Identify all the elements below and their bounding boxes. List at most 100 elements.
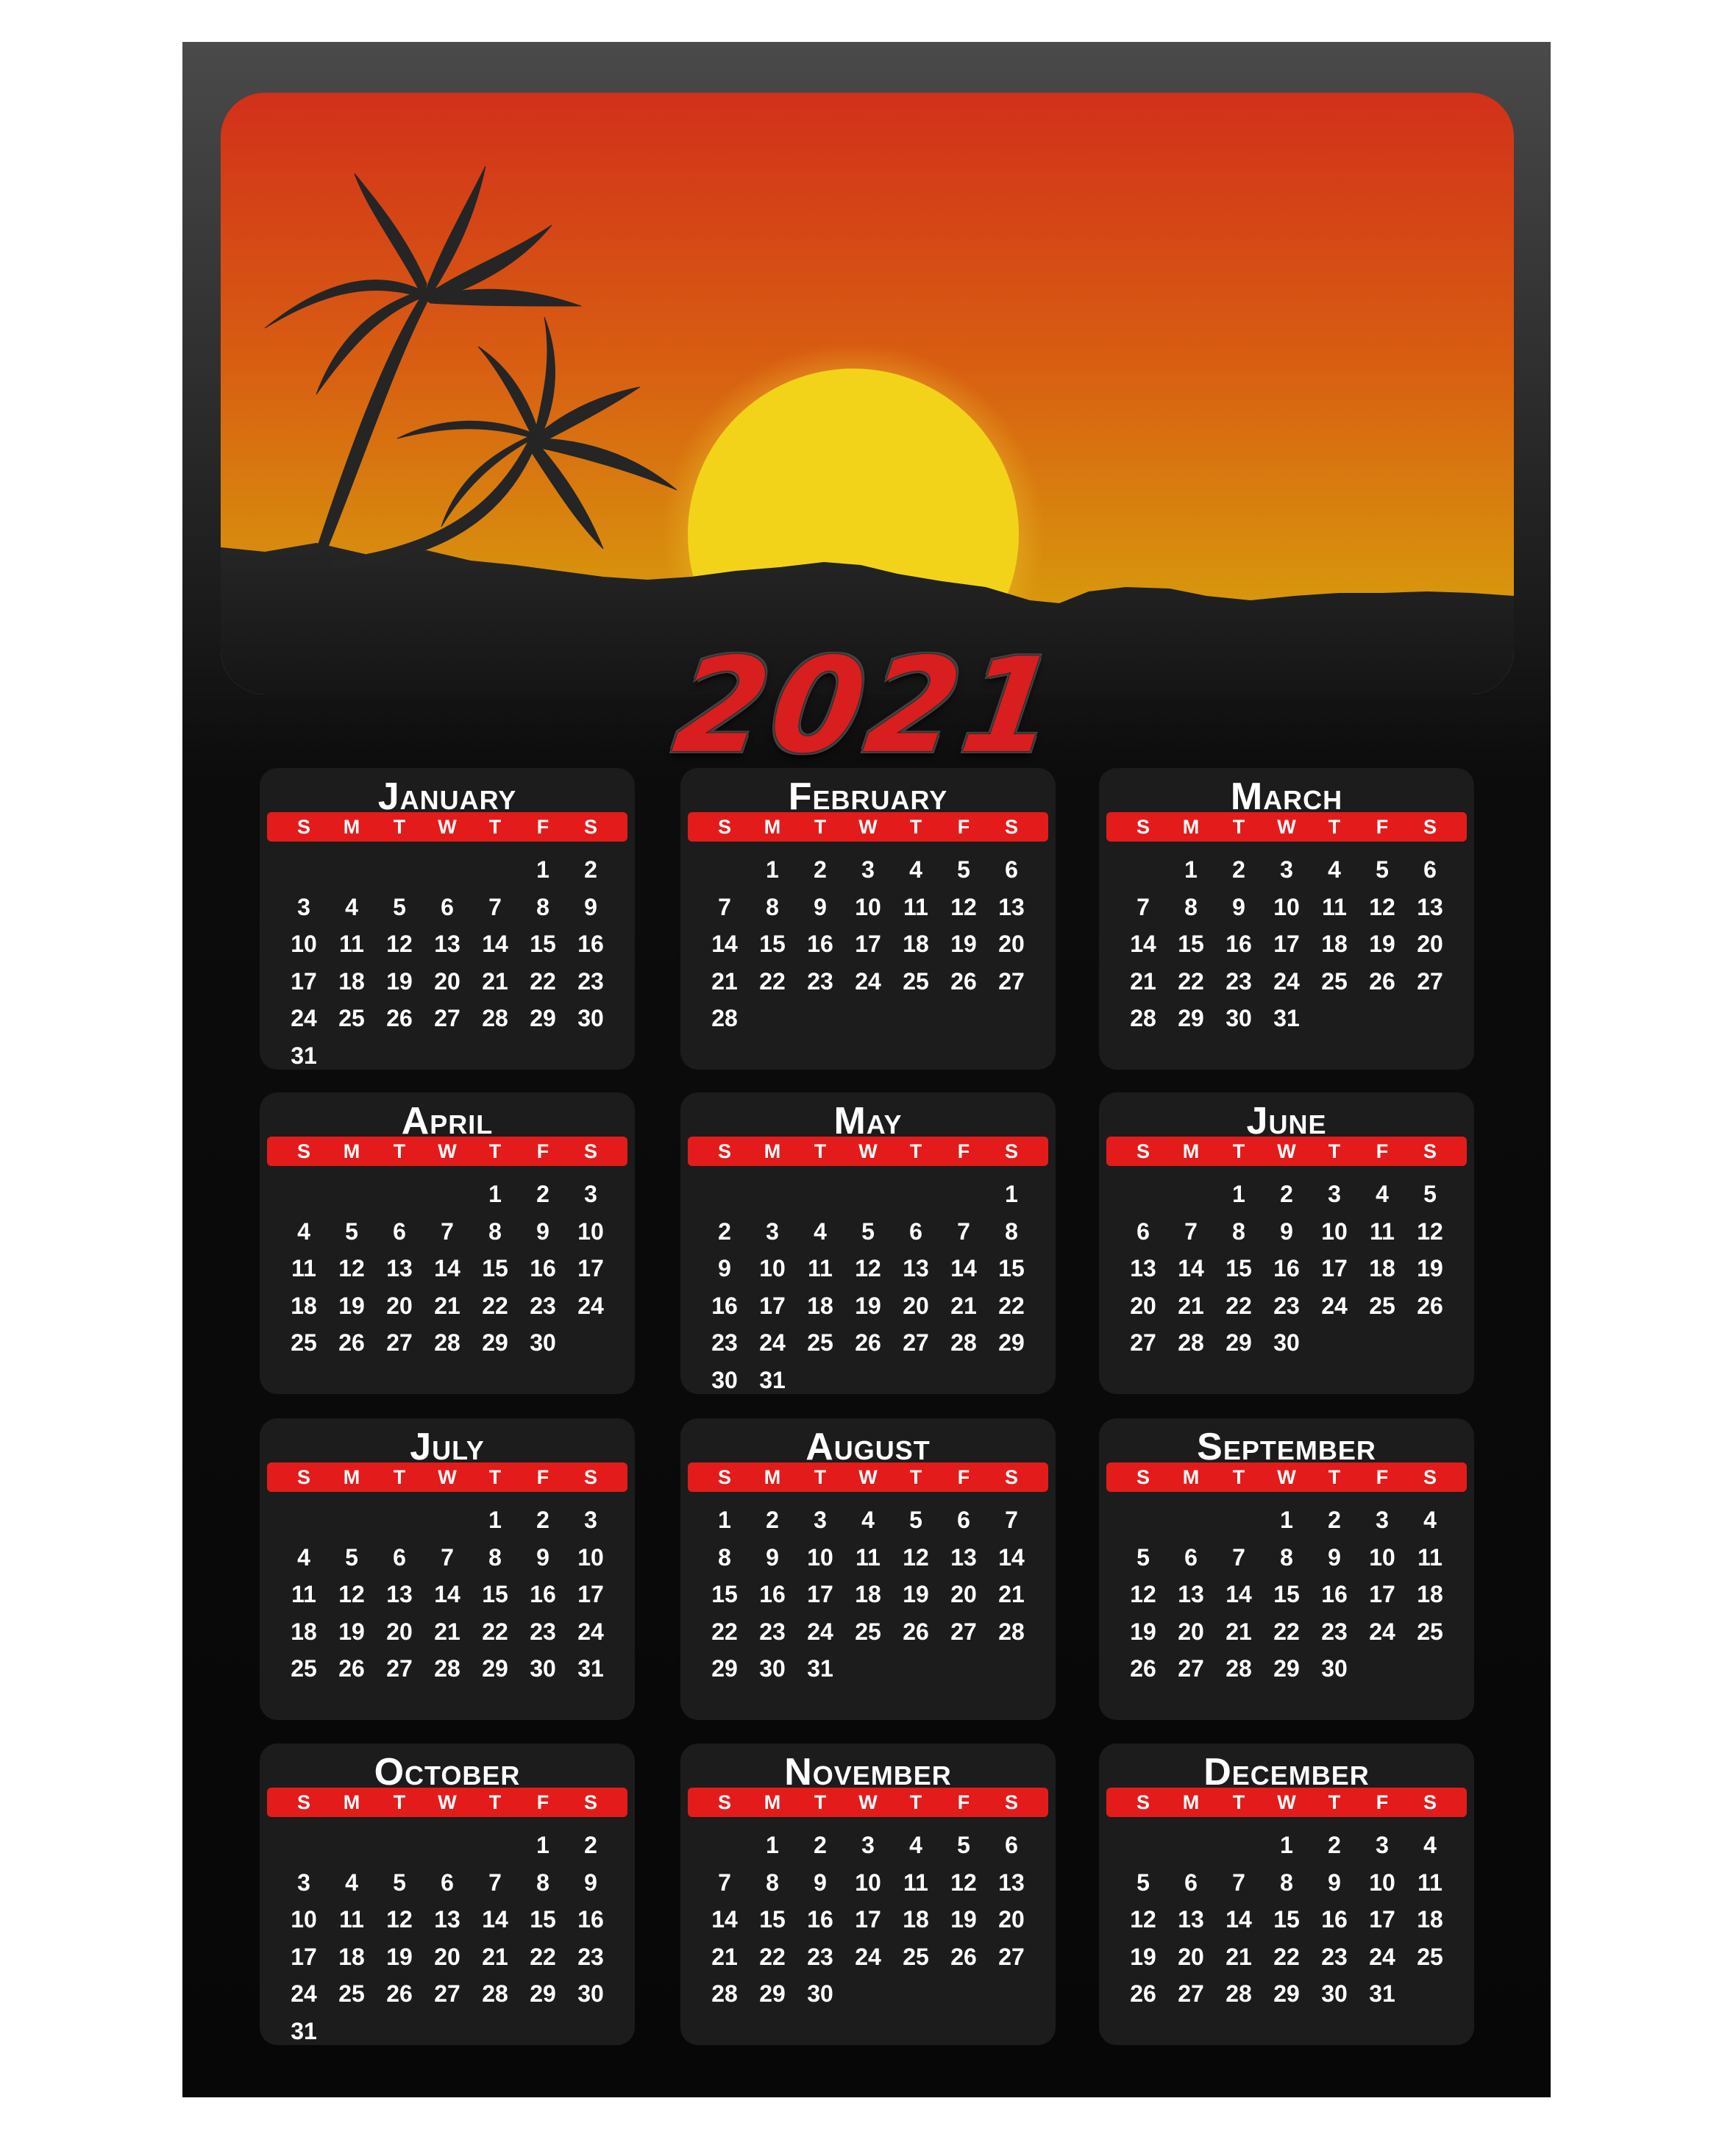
day-cell: 15 — [998, 1255, 1025, 1281]
day-cell: 15 — [1273, 1906, 1300, 1933]
day-cell: 10 — [855, 893, 881, 920]
day-cell: 19 — [386, 1943, 413, 1970]
day-cell: 21 — [711, 967, 738, 995]
day-cell: 23 — [577, 1943, 604, 1970]
day-cell: 5 — [909, 1507, 922, 1533]
day-cell: 13 — [386, 1581, 413, 1607]
day-cell: 24 — [1369, 1618, 1395, 1645]
day-cell: 13 — [950, 1543, 977, 1571]
day-cell: 28 — [1225, 1980, 1252, 2007]
weekday-label: S — [296, 1140, 310, 1162]
day-cell: 4 — [1376, 1181, 1389, 1207]
day-cell: 24 — [1369, 1943, 1395, 1970]
day-cell: 29 — [482, 1329, 508, 1356]
day-cell: 28 — [434, 1655, 460, 1682]
day-cell: 12 — [950, 893, 977, 920]
day-cell: 5 — [957, 856, 970, 883]
day-cell: 10 — [759, 1255, 786, 1281]
weekday-label: W — [1277, 1466, 1296, 1488]
day-cell: 1 — [1184, 856, 1198, 883]
day-cell: 29 — [711, 1655, 738, 1682]
day-cell: 25 — [338, 1005, 365, 1031]
day-cell: 1 — [766, 1832, 779, 1858]
day-cell: 19 — [950, 1906, 977, 1933]
day-cell: 31 — [291, 1042, 317, 1069]
weekday-label: M — [1182, 816, 1200, 838]
day-cell: 21 — [950, 1292, 977, 1319]
day-cell: 7 — [488, 1869, 502, 1896]
day-cell: 27 — [998, 967, 1025, 995]
day-cell: 23 — [1225, 967, 1252, 995]
weekday-label: S — [583, 1466, 597, 1488]
day-cell: 5 — [1136, 1869, 1150, 1896]
day-cell: 18 — [1417, 1581, 1443, 1607]
day-cell: 6 — [1005, 1832, 1018, 1858]
day-cell: 21 — [1178, 1292, 1204, 1319]
weekday-label: S — [1136, 1140, 1150, 1162]
day-cell: 19 — [1417, 1255, 1443, 1281]
month-april: April S M T W T F S 1 2 3 4 5 6 7 8 9 10 11 12 13 14 15 16 17 18 1… — [260, 1092, 635, 1394]
day-cell: 18 — [338, 967, 365, 995]
day-cell: 2 — [1280, 1181, 1293, 1207]
day-cell: 4 — [909, 1832, 922, 1858]
day-cell: 1 — [1005, 1181, 1018, 1207]
weekday-header: SMTWTFS — [688, 1462, 1048, 1492]
day-cell: 16 — [807, 931, 833, 957]
day-cell: 10 — [577, 1543, 604, 1571]
day-cell: 7 — [488, 893, 502, 920]
day-cell: 31 — [577, 1655, 604, 1682]
day-cell: 9 — [584, 1869, 597, 1896]
weekday-label: T — [814, 1140, 827, 1162]
day-cell: 2 — [1328, 1832, 1341, 1858]
day-cell: 12 — [1417, 1217, 1443, 1245]
day-cell: 19 — [903, 1581, 929, 1607]
day-cell: 19 — [1130, 1618, 1156, 1645]
day-cell: 9 — [536, 1217, 549, 1245]
day-cell: 15 — [1273, 1581, 1300, 1607]
day-cell: 8 — [488, 1217, 502, 1245]
day-cell: 11 — [855, 1543, 881, 1571]
day-cell: 15 — [759, 1906, 786, 1933]
day-cell: 26 — [1417, 1292, 1443, 1319]
day-cell: 5 — [345, 1217, 358, 1245]
day-cell: 26 — [386, 1980, 413, 2007]
weekday-label: F — [957, 1466, 970, 1488]
day-cell: 27 — [998, 1943, 1025, 1970]
day-cell: 30 — [1225, 1005, 1252, 1031]
month-december: December S M T W T F S 1 2 3 4 5 6 7 8 9 10 11 12 13 14 15 16 17… — [1099, 1743, 1474, 2045]
day-cell: 25 — [291, 1655, 317, 1682]
weekday-label: S — [583, 1791, 597, 1813]
day-cell: 24 — [855, 967, 881, 995]
weekday-label: T — [1232, 1466, 1245, 1488]
day-cell: 17 — [577, 1581, 604, 1607]
weekday-label: S — [1423, 1140, 1437, 1162]
day-cell: 8 — [488, 1543, 502, 1571]
day-cell: 12 — [855, 1255, 881, 1281]
weekday-label: T — [909, 816, 922, 838]
day-cell: 24 — [1321, 1292, 1348, 1319]
day-cell: 3 — [1328, 1181, 1341, 1207]
weekday-label: T — [1328, 1140, 1341, 1162]
day-cell: 29 — [1225, 1329, 1252, 1356]
weekday-label: M — [343, 1466, 360, 1488]
day-cell: 20 — [1178, 1618, 1204, 1645]
day-cell: 14 — [1225, 1581, 1252, 1607]
weekday-label: W — [438, 1791, 457, 1813]
weekday-label: M — [764, 1466, 781, 1488]
day-cell: 21 — [482, 1943, 508, 1970]
day-cell: 4 — [861, 1507, 875, 1533]
day-cell: 17 — [807, 1581, 833, 1607]
day-cell: 23 — [1321, 1943, 1348, 1970]
day-cell: 27 — [1417, 967, 1443, 995]
day-cell: 26 — [338, 1655, 365, 1682]
day-cell: 29 — [998, 1329, 1025, 1356]
day-cell: 26 — [950, 967, 977, 995]
day-cell: 30 — [711, 1366, 738, 1393]
day-cell: 27 — [434, 1980, 460, 2007]
day-cell: 28 — [1130, 1005, 1156, 1031]
day-cell: 30 — [577, 1005, 604, 1031]
day-cell: 9 — [584, 893, 597, 920]
day-cell: 11 — [339, 931, 364, 957]
weekday-header: SMTWTFS — [1106, 1788, 1467, 1817]
day-cell: 11 — [1417, 1869, 1442, 1896]
